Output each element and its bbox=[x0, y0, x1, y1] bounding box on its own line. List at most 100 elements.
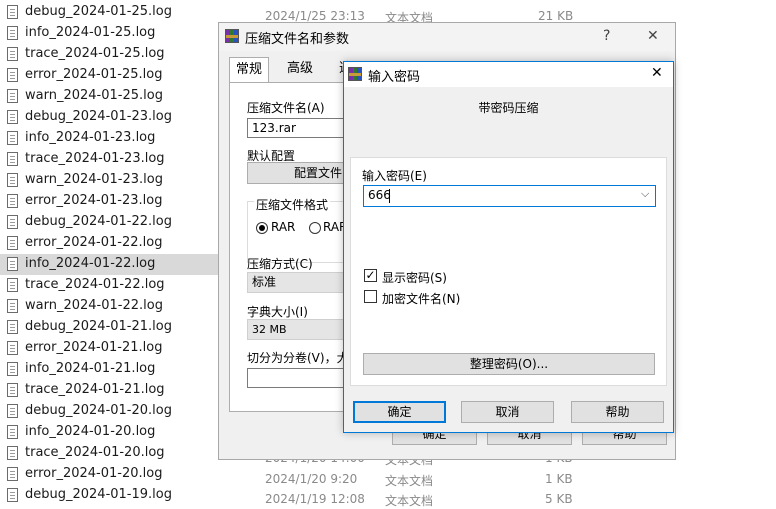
profile-button[interactable]: 配置文件 bbox=[247, 162, 347, 184]
encrypt-names-checkbox[interactable] bbox=[364, 290, 377, 303]
text-file-icon bbox=[7, 299, 18, 313]
list-item[interactable]: error_2024-01-25.log bbox=[0, 65, 218, 86]
method-select[interactable]: 标准 bbox=[247, 272, 347, 293]
list-item[interactable]: trace_2024-01-23.log bbox=[0, 149, 218, 170]
list-item[interactable]: error_2024-01-20.log bbox=[0, 464, 218, 485]
file-name: debug_2024-01-22.log bbox=[25, 214, 172, 229]
list-item[interactable]: trace_2024-01-21.log bbox=[0, 380, 218, 401]
text-caret bbox=[389, 189, 390, 203]
chevron-down-icon[interactable]: ⌵ bbox=[641, 187, 649, 201]
file-name: info_2024-01-25.log bbox=[25, 25, 156, 40]
text-file-icon bbox=[7, 404, 18, 418]
password-help-button[interactable]: 帮助 bbox=[571, 401, 664, 423]
text-file-icon bbox=[7, 89, 18, 103]
list-item[interactable]: warn_2024-01-22.log bbox=[0, 296, 218, 317]
file-name: error_2024-01-21.log bbox=[25, 340, 163, 355]
list-item[interactable]: trace_2024-01-22.log bbox=[0, 275, 218, 296]
show-password-checkbox[interactable]: ✓ bbox=[364, 269, 377, 282]
text-file-icon bbox=[7, 320, 18, 334]
file-name: debug_2024-01-25.log bbox=[25, 4, 172, 19]
password-group: 输入密码(E) 666 ⌵ ✓ 显示密码(S) 加密文件名(N) 整理密码(O)… bbox=[350, 157, 667, 386]
rar4-radio[interactable] bbox=[309, 222, 321, 234]
format-group-label: 压缩文件格式 bbox=[254, 196, 331, 213]
file-date: 2024/1/20 9:20 bbox=[265, 472, 358, 486]
password-dialog-title: 输入密码 bbox=[368, 70, 421, 85]
file-name: warn_2024-01-23.log bbox=[25, 172, 163, 187]
password-label: 输入密码(E) bbox=[362, 169, 427, 183]
password-dialog-titlebar[interactable]: 输入密码 ✕ bbox=[344, 62, 673, 87]
list-item[interactable]: debug_2024-01-21.log bbox=[0, 317, 218, 338]
file-name: debug_2024-01-21.log bbox=[25, 319, 172, 334]
list-item[interactable]: error_2024-01-22.log bbox=[0, 233, 218, 254]
file-name: trace_2024-01-22.log bbox=[25, 277, 165, 292]
list-item[interactable]: info_2024-01-21.log bbox=[0, 359, 218, 380]
file-type: 文本文档 bbox=[385, 494, 434, 508]
archive-dialog-titlebar[interactable]: 压缩文件名和参数 ? ✕ bbox=[219, 23, 675, 51]
text-file-icon bbox=[7, 278, 18, 292]
file-name: error_2024-01-25.log bbox=[25, 67, 163, 82]
list-item[interactable]: info_2024-01-25.log bbox=[0, 23, 218, 44]
password-cancel-button[interactable]: 取消 bbox=[461, 401, 554, 423]
list-item[interactable]: debug_2024-01-19.log bbox=[0, 485, 218, 506]
split-input[interactable] bbox=[247, 368, 347, 388]
tab-general[interactable]: 常规 bbox=[229, 57, 270, 83]
list-item[interactable]: debug_2024-01-22.log bbox=[0, 212, 218, 233]
text-file-icon bbox=[7, 5, 18, 19]
text-file-icon bbox=[7, 152, 18, 166]
text-file-icon bbox=[7, 194, 18, 208]
list-item[interactable]: trace_2024-01-25.log bbox=[0, 44, 218, 65]
list-item[interactable]: error_2024-01-21.log bbox=[0, 338, 218, 359]
file-date: 2024/1/25 23:13 bbox=[265, 9, 365, 23]
list-item[interactable]: debug_2024-01-25.log bbox=[0, 2, 218, 23]
file-name: error_2024-01-22.log bbox=[25, 235, 163, 250]
file-date: 2024/1/19 12:08 bbox=[265, 492, 365, 506]
dict-label: 字典大小(I) bbox=[247, 305, 308, 319]
text-file-icon bbox=[7, 425, 18, 439]
list-item[interactable]: error_2024-01-23.log bbox=[0, 191, 218, 212]
text-file-icon bbox=[7, 341, 18, 355]
close-icon[interactable]: ✕ bbox=[647, 28, 659, 44]
password-value: 666 bbox=[368, 188, 391, 202]
text-file-icon bbox=[7, 131, 18, 145]
password-ok-button[interactable]: 确定 bbox=[353, 401, 446, 423]
text-file-icon bbox=[7, 47, 18, 61]
password-input[interactable]: 666 bbox=[363, 185, 656, 207]
text-file-icon bbox=[7, 215, 18, 229]
organize-passwords-button[interactable]: 整理密码(O)... bbox=[363, 353, 655, 375]
file-name: error_2024-01-23.log bbox=[25, 193, 163, 208]
list-item[interactable]: info_2024-01-22.log bbox=[0, 254, 218, 275]
tab-advanced[interactable]: 高级 bbox=[281, 57, 319, 81]
text-file-icon bbox=[7, 68, 18, 82]
file-name: trace_2024-01-21.log bbox=[25, 382, 165, 397]
file-name: info_2024-01-22.log bbox=[25, 256, 156, 271]
list-item[interactable]: warn_2024-01-25.log bbox=[0, 86, 218, 107]
file-name: error_2024-01-20.log bbox=[25, 466, 163, 481]
list-item[interactable]: trace_2024-01-20.log bbox=[0, 443, 218, 464]
file-name: debug_2024-01-23.log bbox=[25, 109, 172, 124]
list-item[interactable]: info_2024-01-20.log bbox=[0, 422, 218, 443]
rar-radio-label: RAR bbox=[271, 220, 296, 234]
file-name: trace_2024-01-20.log bbox=[25, 445, 165, 460]
password-heading: 带密码压缩 bbox=[478, 101, 539, 115]
encrypt-names-label: 加密文件名(N) bbox=[382, 292, 461, 306]
text-file-icon bbox=[7, 383, 18, 397]
list-item[interactable]: info_2024-01-23.log bbox=[0, 128, 218, 149]
password-dialog: 输入密码 ✕ 带密码压缩 输入密码(E) 666 ⌵ ✓ 显示密码(S) 加密文… bbox=[343, 61, 674, 433]
archive-name-input[interactable]: 123.rar bbox=[247, 118, 357, 138]
list-item[interactable]: debug_2024-01-20.log bbox=[0, 401, 218, 422]
help-icon[interactable]: ? bbox=[603, 28, 610, 44]
file-name: warn_2024-01-25.log bbox=[25, 88, 163, 103]
text-file-icon bbox=[7, 26, 18, 40]
file-size: 21 KB bbox=[538, 9, 574, 23]
text-file-icon bbox=[7, 173, 18, 187]
archive-dialog-title: 压缩文件名和参数 bbox=[245, 32, 350, 47]
list-item[interactable]: warn_2024-01-23.log bbox=[0, 170, 218, 191]
list-item[interactable]: debug_2024-01-23.log bbox=[0, 107, 218, 128]
dict-select[interactable]: 32 MB bbox=[247, 319, 347, 340]
text-file-icon bbox=[7, 110, 18, 124]
close-icon[interactable]: ✕ bbox=[651, 65, 663, 81]
file-name: debug_2024-01-20.log bbox=[25, 403, 172, 418]
rar-radio[interactable] bbox=[256, 222, 268, 234]
file-name: info_2024-01-21.log bbox=[25, 361, 156, 376]
file-name: info_2024-01-23.log bbox=[25, 130, 156, 145]
